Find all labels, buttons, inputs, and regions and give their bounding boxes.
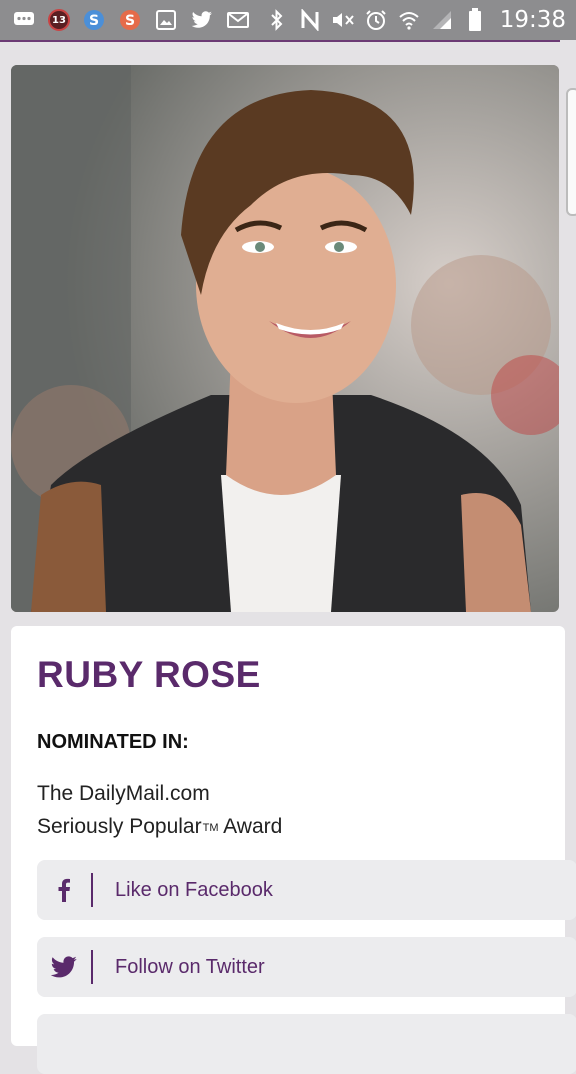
trademark-symbol: TM <box>202 822 219 834</box>
nominee-name: RUBY ROSE <box>37 654 261 695</box>
nfc-icon <box>298 8 322 32</box>
award-name-line-2: Seriously PopularTM Award <box>37 815 282 839</box>
facebook-divider <box>91 873 93 907</box>
twitter-icon <box>37 955 91 979</box>
award-name-line-1: The DailyMail.com <box>37 782 210 805</box>
status-divider <box>0 40 560 42</box>
svg-text:S: S <box>125 13 135 29</box>
skype-blue-icon: S <box>82 8 106 32</box>
mute-icon <box>331 8 355 32</box>
twitter-status-icon <box>190 8 214 32</box>
nominated-in-heading: NOMINATED IN: <box>37 731 189 753</box>
facebook-icon <box>37 878 91 902</box>
svg-text:S: S <box>89 13 99 29</box>
facebook-label: Like on Facebook <box>115 878 273 901</box>
alarm-icon <box>364 8 388 32</box>
award-name-prefix: Seriously Popular <box>37 815 202 838</box>
scrollbar-handle[interactable] <box>566 88 576 216</box>
gallery-icon <box>154 8 178 32</box>
twitter-label: Follow on Twitter <box>115 955 265 978</box>
chat-bubble-icon <box>12 8 36 32</box>
award-name-suffix: Award <box>218 815 283 838</box>
notification-count-badge: 13 <box>48 9 70 31</box>
wifi-icon <box>397 8 421 32</box>
next-share-button[interactable] <box>37 1014 576 1074</box>
gmail-icon <box>226 8 250 32</box>
skype-orange-icon: S <box>118 8 142 32</box>
twitter-divider <box>91 950 93 984</box>
clock-time: 19:38 <box>499 7 566 33</box>
status-bar: 13 S S 19:38 <box>0 0 576 40</box>
signal-icon <box>430 8 454 32</box>
bluetooth-icon <box>265 8 289 32</box>
twitter-follow-button[interactable]: Follow on Twitter <box>37 937 576 997</box>
battery-icon <box>463 8 487 32</box>
profile-photo <box>11 65 559 612</box>
facebook-like-button[interactable]: Like on Facebook <box>37 860 576 920</box>
portrait-illustration <box>11 65 559 612</box>
nominee-card: RUBY ROSE NOMINATED IN: The DailyMail.co… <box>11 626 576 1074</box>
